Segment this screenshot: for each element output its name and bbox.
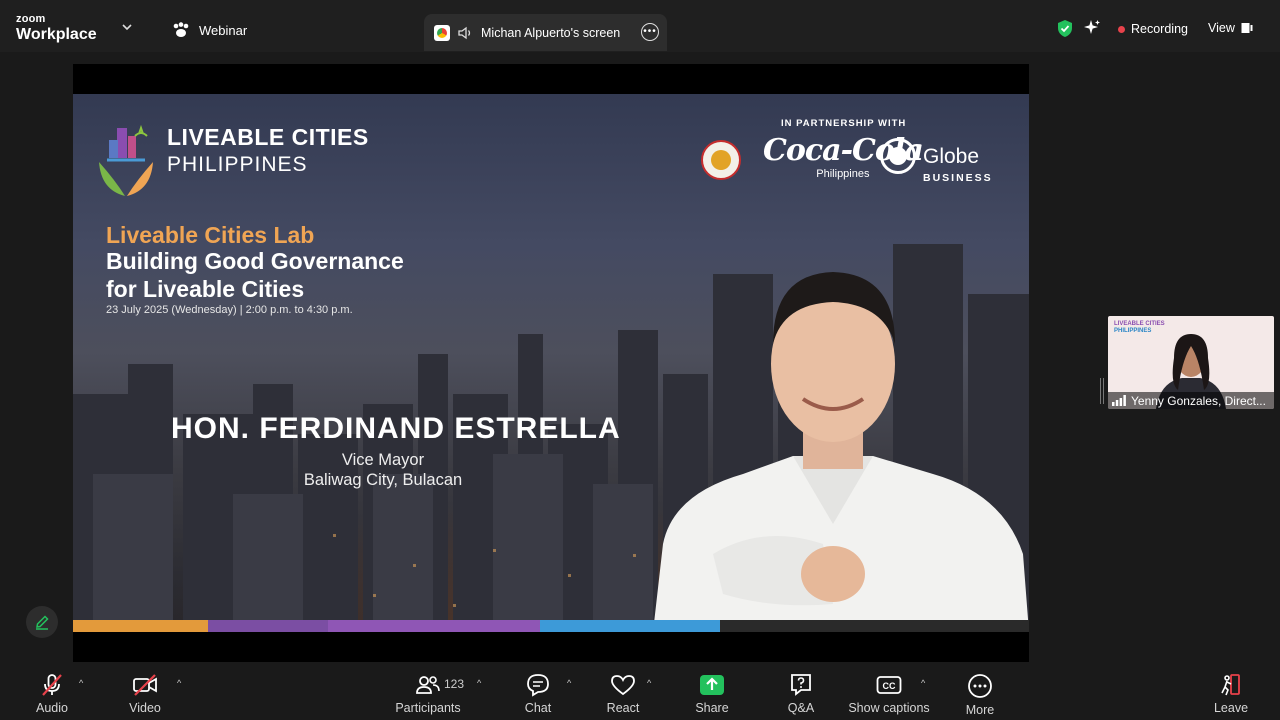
audio-options-caret-icon[interactable]: ^ [79,678,83,688]
presentation-slide: LIVEABLE CITIES PHILIPPINES IN PARTNERSH… [73,94,1029,632]
speaker-photo [653,272,1029,632]
more-button[interactable]: More [962,664,998,720]
app-favicon-icon [434,24,450,41]
annotate-pencil-icon [36,615,49,630]
logo-line-1: LIVEABLE CITIES [167,124,369,150]
zoom-workplace-logo[interactable]: zoom Workplace [16,14,97,43]
globe-subtitle: BUSINESS [923,172,993,184]
government-seal-logo [701,140,741,180]
recording-label: Recording [1131,22,1188,36]
globe-logo-mark [880,138,916,174]
video-off-icon [133,674,157,696]
participant-name: Yenny Gonzales, Direct... [1131,393,1266,408]
view-label: View [1208,21,1235,35]
share-button[interactable]: Share [694,664,730,720]
leave-icon [1221,674,1240,696]
participants-count: 123 [444,677,465,691]
shield-check-icon[interactable] [1056,19,1074,38]
shared-screen-area[interactable]: LIVEABLE CITIES PHILIPPINES IN PARTNERSH… [73,64,1029,662]
show-captions-button[interactable]: CC Show captions [848,664,930,720]
panel-resize-handle[interactable] [1100,378,1104,404]
webinar-indicator[interactable]: Webinar [172,22,247,38]
logo-wordmark: LIVEABLE CITIES PHILIPPINES [167,124,369,177]
chat-options-caret-icon[interactable]: ^ [567,678,571,688]
color-strip [73,620,1029,632]
webinar-label: Webinar [199,22,248,38]
react-label: React [606,701,640,715]
react-options-caret-icon[interactable]: ^ [647,678,651,688]
chat-icon [527,674,549,697]
partnership-label: IN PARTNERSHIP WITH [781,118,907,129]
recording-indicator[interactable]: Recording [1118,22,1188,36]
event-title-line-1: Building Good Governance [106,248,404,274]
shared-screen-tab[interactable]: Michan Alpuerto's screen ••• [424,14,667,51]
strip-segment [720,620,1029,632]
svg-text:CC: CC [883,681,896,691]
speaker-role: Vice Mayor [341,451,425,469]
mic-muted-icon [42,674,62,696]
liveable-cities-emblem-icon [99,124,153,196]
audio-button[interactable]: Audio [34,664,70,720]
chevron-down-icon[interactable] [120,20,134,34]
react-heart-icon [611,675,635,696]
participants-label: Participants [395,701,461,715]
strip-segment [328,620,540,632]
video-label: Video [129,701,161,715]
ai-sparkle-icon[interactable] [1083,19,1101,37]
speaker-location: Baliwag City, Bulacan [303,471,463,489]
view-button[interactable]: View [1208,21,1253,35]
closed-captions-icon: CC [876,676,902,694]
logo-line-2: PHILIPPINES [167,153,308,176]
qa-icon [791,674,811,696]
strip-segment [540,620,720,632]
event-series-title: Liveable Cities Lab [106,222,315,248]
share-label: Share [695,701,729,715]
participant-name-bar: Yenny Gonzales, Direct... [1108,392,1274,409]
qa-button[interactable]: Q&A [783,664,819,720]
annotate-button[interactable] [26,606,58,638]
participant-video-thumbnail[interactable]: LIVEABLE CITIES PHILIPPINES Yenny Gonzal… [1108,316,1274,409]
shared-screen-title: Michan Alpuerto's screen [481,25,621,40]
liveable-cities-logo: LIVEABLE CITIES PHILIPPINES [95,124,369,200]
chat-label: Chat [524,701,552,715]
event-title-line-2: for Liveable Cities [106,276,305,302]
more-label: More [965,703,995,717]
participants-button[interactable]: Participants [393,664,463,720]
strip-segment [208,620,328,632]
leave-button[interactable]: Leave [1213,664,1249,720]
video-options-caret-icon[interactable]: ^ [177,678,181,688]
event-date: 23 July 2025 (Wednesday) | 2:00 p.m. to … [106,304,353,316]
qa-label: Q&A [787,701,815,715]
meeting-toolbar: Audio ^ Video ^ Participants 123 ^ Chat … [0,664,1280,720]
recording-dot [1118,25,1125,33]
captions-options-caret-icon[interactable]: ^ [921,678,925,688]
video-button[interactable]: Video [127,664,163,720]
speaker-icon[interactable] [458,26,473,40]
top-bar: zoom Workplace Webinar Michan Alpuerto's… [0,0,1280,52]
react-button[interactable]: React [604,664,642,720]
event-title: Building Good Governance for Liveable Ci… [106,247,404,303]
audio-label: Audio [36,701,68,715]
globe-wordmark: Globe [923,145,980,168]
view-layout-icon [1241,23,1253,33]
show-captions-label: Show captions [848,701,930,715]
participants-options-caret-icon[interactable]: ^ [477,678,481,688]
participants-icon [416,676,440,694]
share-arrow-icon [700,675,724,695]
signal-strength-icon [1112,395,1126,406]
chat-button[interactable]: Chat [520,664,556,720]
brand-small: zoom [16,13,46,25]
strip-segment [73,620,208,632]
webinar-icon [173,22,189,37]
leave-label: Leave [1213,701,1249,715]
brand-big: Workplace [16,26,97,43]
speaker-name: HON. FERDINAND ESTRELLA [171,412,621,445]
more-options-icon[interactable]: ••• [641,23,659,41]
more-dots-icon [968,674,992,698]
zoom-window: zoom Workplace Webinar Michan Alpuerto's… [0,0,1280,720]
globe-business-logo: Globe BUSINESS [923,146,993,184]
